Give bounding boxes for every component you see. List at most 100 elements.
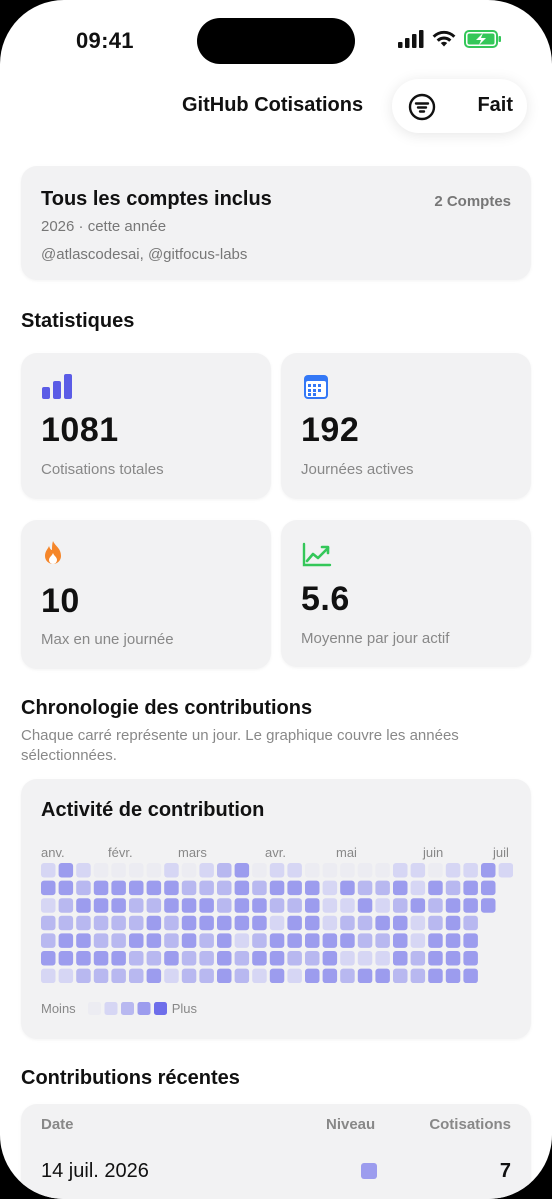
legend-swatch	[87, 1001, 101, 1015]
contribution-day-cell	[199, 880, 214, 896]
nav-actions: Fait	[392, 79, 527, 133]
contribution-day-cell	[181, 968, 197, 983]
contribution-day-cell	[269, 933, 285, 948]
contribution-day-cell	[305, 863, 320, 878]
timeline-subtitle: Chaque carré représente un jour. Le grap…	[21, 727, 459, 764]
contribution-day-cell	[269, 863, 285, 878]
contribution-day-cell	[146, 951, 162, 966]
contribution-day-cell	[181, 915, 197, 931]
stat-value: 5.6	[301, 580, 350, 618]
contribution-day-cell	[58, 951, 74, 966]
activity-title: Activité de contribution	[41, 799, 265, 821]
contribution-day-cell	[393, 968, 408, 983]
contribution-day-cell	[287, 933, 302, 948]
contribution-day-cell	[287, 968, 302, 983]
contribution-day-cell	[463, 915, 478, 931]
month-label: févr.	[108, 845, 133, 860]
contribution-day-cell	[129, 915, 144, 931]
contribution-day-cell	[269, 915, 285, 931]
stat-card-max-day: 10 Max en une journée	[21, 520, 271, 669]
legend-swatch	[153, 1001, 167, 1015]
legend-less-label: Moins	[41, 1001, 76, 1016]
row-count: 7	[499, 1160, 511, 1182]
contribution-day-cell	[58, 915, 74, 931]
contribution-day-cell	[199, 915, 214, 931]
contribution-day-cell	[111, 933, 126, 948]
status-time: 09:41	[76, 28, 134, 53]
contribution-day-cell	[322, 933, 338, 948]
contribution-day-cell	[445, 898, 461, 913]
contribution-day-cell	[340, 863, 355, 878]
trend-up-icon	[302, 542, 332, 567]
month-label: juin	[423, 845, 444, 860]
contribution-day-cell	[76, 898, 91, 913]
contribution-day-cell	[357, 863, 373, 878]
contribution-day-cell	[322, 951, 338, 966]
stat-card-average: 5.6 Moyenne par jour actif	[281, 520, 531, 667]
contribution-day-cell	[428, 898, 443, 913]
contribution-day-cell	[252, 915, 267, 931]
contribution-day-cell	[357, 915, 373, 931]
contribution-day-cell	[93, 951, 109, 966]
contribution-day-cell	[463, 951, 478, 966]
contribution-day-cell	[357, 898, 373, 913]
calendar-icon	[304, 375, 328, 399]
contribution-day-cell	[305, 968, 320, 983]
contribution-day-cell	[111, 915, 126, 931]
activity-card: Activité de contribution anv. févr. mars…	[21, 779, 531, 1039]
contribution-day-cell	[129, 951, 144, 966]
contribution-day-cell	[375, 951, 390, 966]
dynamic-island	[197, 18, 355, 64]
contribution-day-cell	[428, 951, 443, 966]
contribution-day-cell	[129, 863, 144, 878]
contribution-day-cell	[181, 933, 197, 948]
accounts-users: @atlascodesai, @gitfocus-labs	[41, 246, 248, 263]
contribution-day-cell	[340, 898, 355, 913]
contribution-day-cell	[111, 898, 126, 913]
legend-more-label: Plus	[171, 1001, 197, 1016]
contribution-day-cell	[463, 880, 478, 896]
recent-heading: Contributions récentes	[21, 1067, 240, 1089]
filter-icon[interactable]	[408, 93, 436, 121]
column-header-level: Niveau	[326, 1116, 376, 1133]
stat-label: Moyenne par jour actif	[301, 630, 450, 647]
contribution-day-cell	[58, 968, 74, 983]
stat-value: 1081	[41, 411, 119, 449]
contribution-day-cell	[181, 863, 197, 878]
contribution-day-cell	[445, 880, 461, 896]
contribution-day-cell	[393, 951, 408, 966]
contribution-day-cell	[234, 951, 250, 966]
contribution-day-cell	[481, 863, 496, 878]
contribution-day-cell	[357, 968, 373, 983]
contribution-day-cell	[146, 968, 162, 983]
contribution-day-cell	[111, 968, 126, 983]
contribution-day-cell	[111, 863, 126, 878]
legend-swatch	[104, 1001, 118, 1015]
phone-screen: 09:41 GitHub Cotisations Fait Tous les c…	[0, 0, 552, 1199]
contribution-day-cell	[164, 951, 179, 966]
contribution-day-cell	[410, 880, 426, 896]
contribution-day-cell	[146, 898, 162, 913]
contribution-day-cell	[164, 933, 179, 948]
accounts-card[interactable]: Tous les comptes inclus 2 Comptes 2026 ·…	[21, 166, 531, 280]
contribution-day-cell	[393, 915, 408, 931]
contribution-day-cell	[76, 863, 91, 878]
contribution-day-cell	[393, 898, 408, 913]
contribution-day-cell	[375, 933, 390, 948]
contribution-day-cell	[217, 880, 232, 896]
stat-value: 10	[41, 582, 80, 620]
contribution-day-cell	[111, 951, 126, 966]
column-header-date: Date	[41, 1116, 74, 1133]
contribution-day-cell	[393, 933, 408, 948]
accounts-count: 2 Comptes	[434, 193, 511, 210]
stat-card-total: 1081 Cotisations totales	[21, 353, 271, 499]
done-button[interactable]: Fait	[477, 94, 513, 117]
contribution-day-cell	[340, 915, 355, 931]
contribution-day-cell	[76, 968, 91, 983]
status-icons	[398, 30, 502, 48]
contribution-day-cell	[41, 933, 56, 948]
contribution-day-cell	[463, 968, 478, 983]
contribution-day-cell	[93, 933, 109, 948]
contribution-day-cell	[375, 915, 390, 931]
contribution-day-cell	[76, 880, 91, 896]
